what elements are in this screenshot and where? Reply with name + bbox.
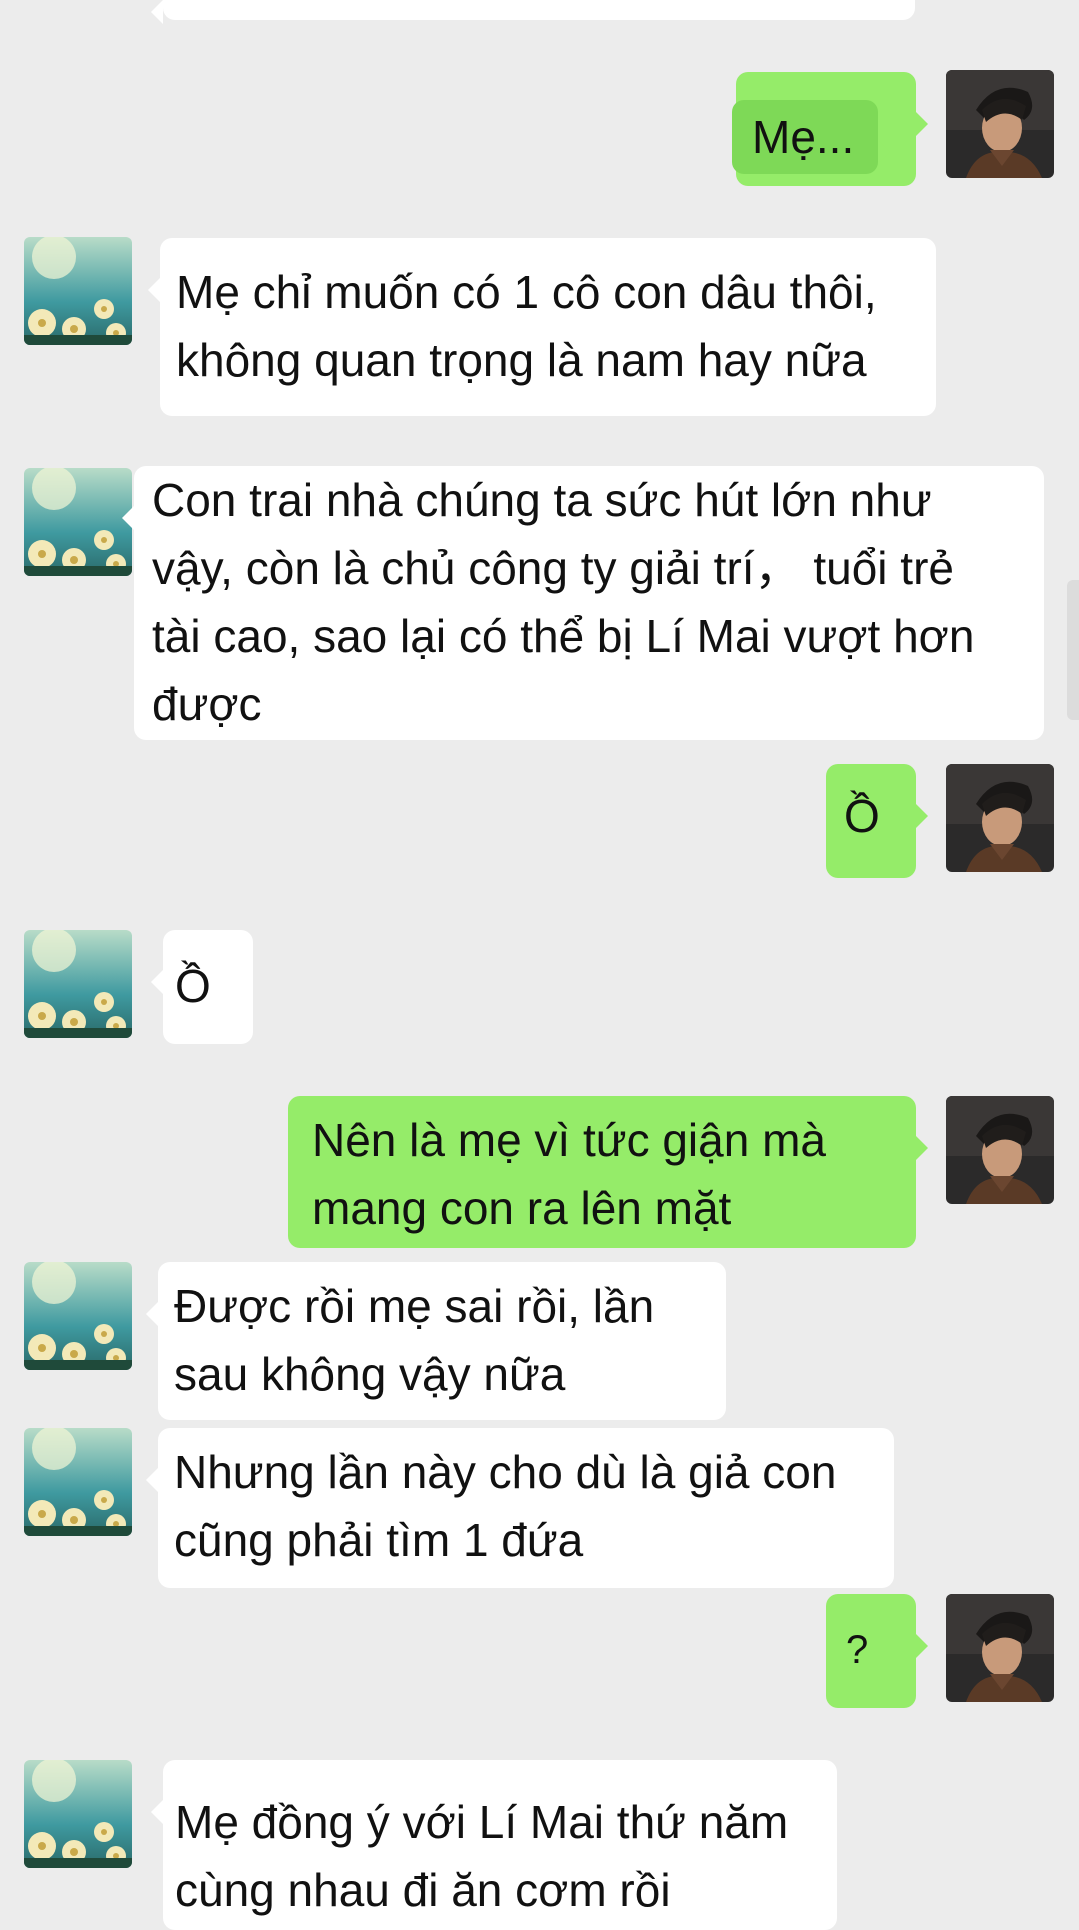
flower-avatar-icon [24,468,132,576]
avatar-contact[interactable] [24,237,132,345]
avatar-me[interactable] [946,70,1054,178]
avatar-contact[interactable] [24,930,132,1038]
message-bubble-incoming[interactable]: Ồ [151,930,253,1044]
message-bubble-incoming[interactable]: Mẹ chỉ muốn có 1 cô con dâu thôi, không … [148,238,936,416]
person-avatar-icon [946,1594,1054,1702]
scrollbar[interactable] [1067,580,1079,720]
message-text: Mẹ... [732,100,890,174]
chat-message-list[interactable]: Mẹ... Mẹ chỉ muốn có 1 cô con dâu thôi, … [0,0,1079,1930]
person-avatar-icon [946,1096,1054,1204]
flower-avatar-icon [24,1760,132,1868]
message-bubble-incoming[interactable]: Con trai nhà chúng ta sức hút lớn như vậ… [122,466,1044,740]
avatar-me[interactable] [946,764,1054,872]
avatar-me[interactable] [946,1096,1054,1204]
avatar-contact[interactable] [24,1262,132,1370]
message-bubble-partial [151,0,915,24]
avatar-contact[interactable] [24,1760,132,1868]
message-bubble-outgoing[interactable]: ? [826,1594,928,1708]
person-avatar-icon [946,70,1054,178]
person-avatar-icon [946,764,1054,872]
avatar-contact[interactable] [24,1428,132,1536]
flower-avatar-icon [24,1428,132,1536]
avatar-me[interactable] [946,1594,1054,1702]
message-bubble-incoming[interactable]: Được rồi mẹ sai rồi, lần sau không vậy n… [146,1262,726,1420]
message-bubble-incoming[interactable]: Mẹ đồng ý với Lí Mai thứ năm cùng nhau đ… [151,1760,837,1930]
flower-avatar-icon [24,930,132,1038]
message-bubble-outgoing[interactable]: Ồ [826,764,928,878]
flower-avatar-icon [24,237,132,345]
flower-avatar-icon [24,1262,132,1370]
message-bubble-incoming[interactable]: Nhưng lần này cho dù là giả con cũng phả… [146,1428,894,1588]
message-bubble-outgoing[interactable]: Nên là mẹ vì tức giận mà mang con ra lên… [288,1096,928,1248]
avatar-contact[interactable] [24,468,132,576]
